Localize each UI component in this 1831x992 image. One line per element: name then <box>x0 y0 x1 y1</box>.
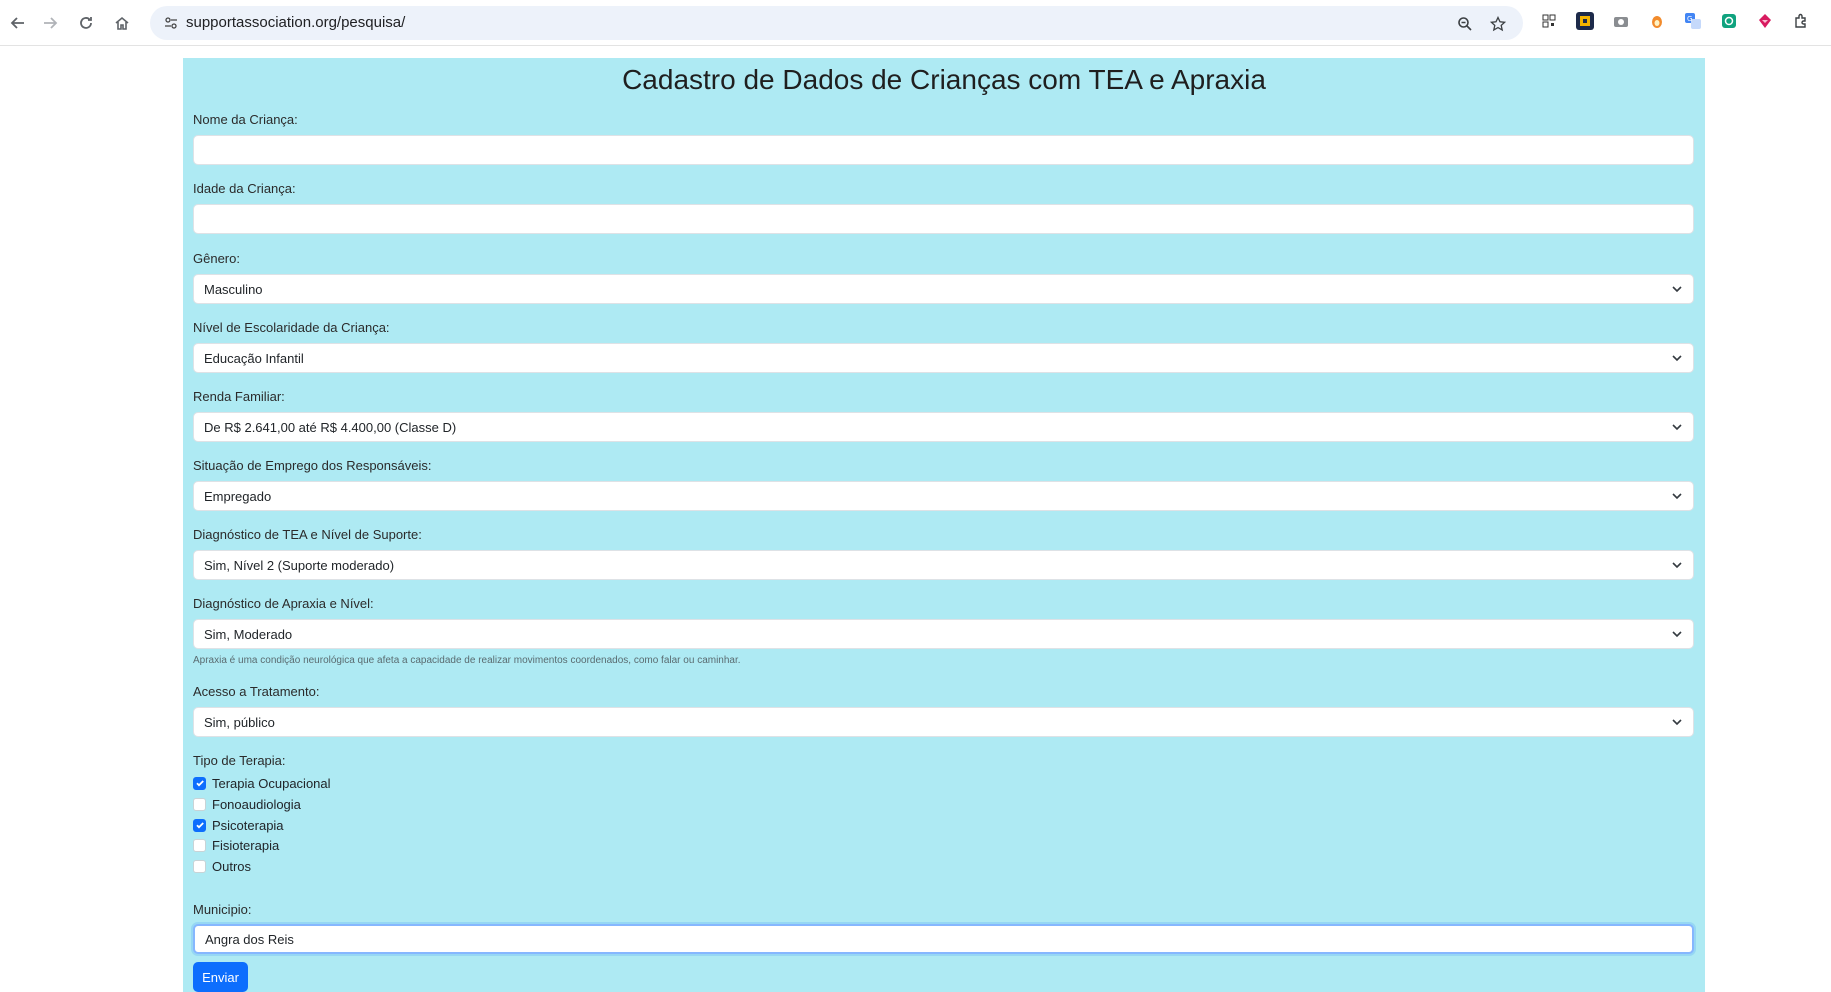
genero-value: Masculino <box>204 281 263 297</box>
reload-icon[interactable] <box>74 11 98 35</box>
extension-icon[interactable] <box>1648 12 1666 30</box>
apraxia-help-text: Apraxia é uma condição neurológica que a… <box>193 655 741 666</box>
escolaridade-select[interactable]: Educação Infantil <box>193 343 1694 373</box>
terapia-option[interactable]: Fisioterapia <box>193 836 279 854</box>
svg-text:G: G <box>1687 15 1692 23</box>
submit-button[interactable]: Enviar <box>193 962 248 992</box>
renda-value: De R$ 2.641,00 até R$ 4.400,00 (Classe D… <box>204 419 457 435</box>
municipio-label: Municipio: <box>193 902 252 917</box>
chevron-down-icon <box>1672 719 1682 726</box>
camera-icon[interactable] <box>1612 12 1630 30</box>
chevron-down-icon <box>1672 355 1682 362</box>
renda-select[interactable]: De R$ 2.641,00 até R$ 4.400,00 (Classe D… <box>193 412 1694 442</box>
address-bar[interactable]: supportassociation.org/pesquisa/ <box>150 6 1523 40</box>
idade-label: Idade da Criança: <box>193 181 296 196</box>
terapia-option[interactable]: Terapia Ocupacional <box>193 774 331 792</box>
zoom-icon[interactable] <box>1455 14 1475 34</box>
idade-input[interactable] <box>193 204 1694 234</box>
genero-label: Gênero: <box>193 251 240 266</box>
acesso-value: Sim, público <box>204 714 275 730</box>
nome-input[interactable] <box>193 135 1694 165</box>
chevron-down-icon <box>1672 493 1682 500</box>
tea-select[interactable]: Sim, Nível 2 (Suporte moderado) <box>193 550 1694 580</box>
checkbox[interactable] <box>193 838 206 852</box>
home-icon[interactable] <box>110 11 134 35</box>
tea-value: Sim, Nível 2 (Suporte moderado) <box>204 557 395 573</box>
puzzle-icon[interactable] <box>1792 12 1810 30</box>
back-arrow-icon[interactable] <box>6 11 30 35</box>
extension-icon[interactable] <box>1720 12 1738 30</box>
site-info-icon[interactable] <box>162 14 180 32</box>
checkmark-icon <box>195 780 204 787</box>
tea-label: Diagnóstico de TEA e Nível de Suporte: <box>193 527 422 542</box>
qr-icon[interactable] <box>1540 12 1558 30</box>
apraxia-label: Diagnóstico de Apraxia e Nível: <box>193 596 374 611</box>
apraxia-select[interactable]: Sim, Moderado <box>193 619 1694 649</box>
chevron-down-icon <box>1672 562 1682 569</box>
extension-icon[interactable] <box>1756 12 1774 30</box>
terapia-option[interactable]: Psicoterapia <box>193 816 284 834</box>
chevron-down-icon <box>1672 424 1682 431</box>
terapia-option[interactable]: Outros <box>193 857 251 875</box>
terapia-option-label: Fisioterapia <box>212 837 280 853</box>
apraxia-value: Sim, Moderado <box>204 626 293 642</box>
renda-label: Renda Familiar: <box>193 389 285 404</box>
emprego-label: Situação de Emprego dos Responsáveis: <box>193 458 432 473</box>
terapia-label: Tipo de Terapia: <box>193 753 286 768</box>
municipio-input[interactable]: Angra dos Reis <box>193 924 1694 954</box>
escolaridade-value: Educação Infantil <box>204 350 304 366</box>
url-text: supportassociation.org/pesquisa/ <box>186 14 406 31</box>
checkbox[interactable] <box>193 797 206 811</box>
form-container: Cadastro de Dados de Crianças com TEA e … <box>183 58 1705 992</box>
extension-icon[interactable] <box>1576 12 1594 30</box>
browser-toolbar: supportassociation.org/pesquisa/ G <box>0 0 1831 46</box>
escolaridade-label: Nível de Escolaridade da Criança: <box>193 320 390 335</box>
acesso-select[interactable]: Sim, público <box>193 707 1694 737</box>
terapia-option-label: Psicoterapia <box>212 817 284 833</box>
terapia-option[interactable]: Fonoaudiologia <box>193 795 301 813</box>
acesso-label: Acesso a Tratamento: <box>193 684 320 699</box>
page-title: Cadastro de Dados de Crianças com TEA e … <box>622 64 1266 95</box>
terapia-option-label: Outros <box>212 858 252 874</box>
nome-label: Nome da Criança: <box>193 112 298 127</box>
terapia-option-label: Terapia Ocupacional <box>212 775 331 791</box>
bookmark-star-icon[interactable] <box>1488 14 1508 34</box>
checkbox[interactable] <box>193 818 206 832</box>
translate-icon[interactable]: G <box>1684 12 1702 30</box>
checkmark-icon <box>195 822 204 829</box>
emprego-value: Empregado <box>204 488 272 504</box>
genero-select[interactable]: Masculino <box>193 274 1694 304</box>
checkbox[interactable] <box>193 859 206 873</box>
chevron-down-icon <box>1672 631 1682 638</box>
terapia-option-label: Fonoaudiologia <box>212 796 301 812</box>
forward-arrow-icon[interactable] <box>38 11 62 35</box>
emprego-select[interactable]: Empregado <box>193 481 1694 511</box>
chevron-down-icon <box>1672 286 1682 293</box>
checkbox[interactable] <box>193 776 206 790</box>
